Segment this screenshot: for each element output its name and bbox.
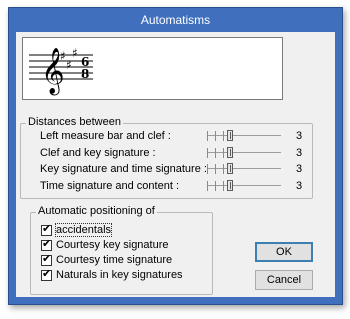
ok-button[interactable]: OK xyxy=(255,242,313,262)
check-icon: ✔ xyxy=(42,237,52,250)
auto-positioning-group-label: Automatic positioning of xyxy=(36,205,157,217)
distance-value-time-content: 3 xyxy=(295,180,303,192)
distance-label-measure-bar-clef: Left measure bar and clef : xyxy=(40,130,171,142)
distance-value-key-time: 3 xyxy=(295,163,303,175)
distance-slider-time-content[interactable] xyxy=(207,180,281,192)
checkbox-accidentals[interactable]: ✔ accidentals xyxy=(41,222,113,237)
slider-thumb[interactable] xyxy=(227,147,233,158)
svg-text:♯: ♯ xyxy=(60,49,66,63)
svg-text:♯: ♯ xyxy=(72,46,78,60)
check-icon: ✔ xyxy=(42,252,52,265)
checkbox-box[interactable]: ✔ xyxy=(41,222,52,236)
distance-slider-clef-key[interactable] xyxy=(207,147,281,159)
staff-preview: 𝄞 ♯ ♯ ♯ 6 8 xyxy=(22,37,283,100)
time-signature-bottom: 8 xyxy=(81,67,89,81)
distance-label-time-content: Time signature and content : xyxy=(40,180,180,192)
distances-group-label: Distances between xyxy=(26,116,123,128)
distance-slider-measure-bar-clef[interactable] xyxy=(207,130,281,142)
staff-svg: 𝄞 ♯ ♯ ♯ 6 8 xyxy=(29,46,93,96)
checkbox-courtesy-time-signature[interactable]: ✔ Courtesy time signature xyxy=(41,252,172,267)
checkbox-label-accidentals[interactable]: accidentals xyxy=(54,223,113,237)
checkbox-box[interactable]: ✔ xyxy=(41,237,52,251)
window-title: Automatisms xyxy=(140,13,211,27)
checkbox-label-courtesy-time[interactable]: Courtesy time signature xyxy=(56,254,172,266)
slider-thumb[interactable] xyxy=(227,130,233,141)
checkbox-label-naturals[interactable]: Naturals in key signatures xyxy=(56,269,183,281)
checkbox-label-courtesy-key[interactable]: Courtesy key signature xyxy=(56,239,169,251)
checkbox-box[interactable]: ✔ xyxy=(41,267,52,281)
distance-label-clef-key: Clef and key signature : xyxy=(40,147,156,159)
checkbox-naturals-in-key-signatures[interactable]: ✔ Naturals in key signatures xyxy=(41,267,183,282)
distance-value-measure-bar-clef: 3 xyxy=(295,130,303,142)
check-icon: ✔ xyxy=(42,222,52,235)
checkbox-box[interactable]: ✔ xyxy=(41,252,52,266)
distance-value-clef-key: 3 xyxy=(295,147,303,159)
checkbox-courtesy-key-signature[interactable]: ✔ Courtesy key signature xyxy=(41,237,169,252)
distance-label-key-time: Key signature and time signature : xyxy=(40,163,207,175)
slider-thumb[interactable] xyxy=(227,180,233,191)
slider-thumb[interactable] xyxy=(227,163,233,174)
check-icon: ✔ xyxy=(42,267,52,280)
cancel-button[interactable]: Cancel xyxy=(255,270,313,290)
svg-text:♯: ♯ xyxy=(66,58,72,72)
distance-slider-key-time[interactable] xyxy=(207,163,281,175)
